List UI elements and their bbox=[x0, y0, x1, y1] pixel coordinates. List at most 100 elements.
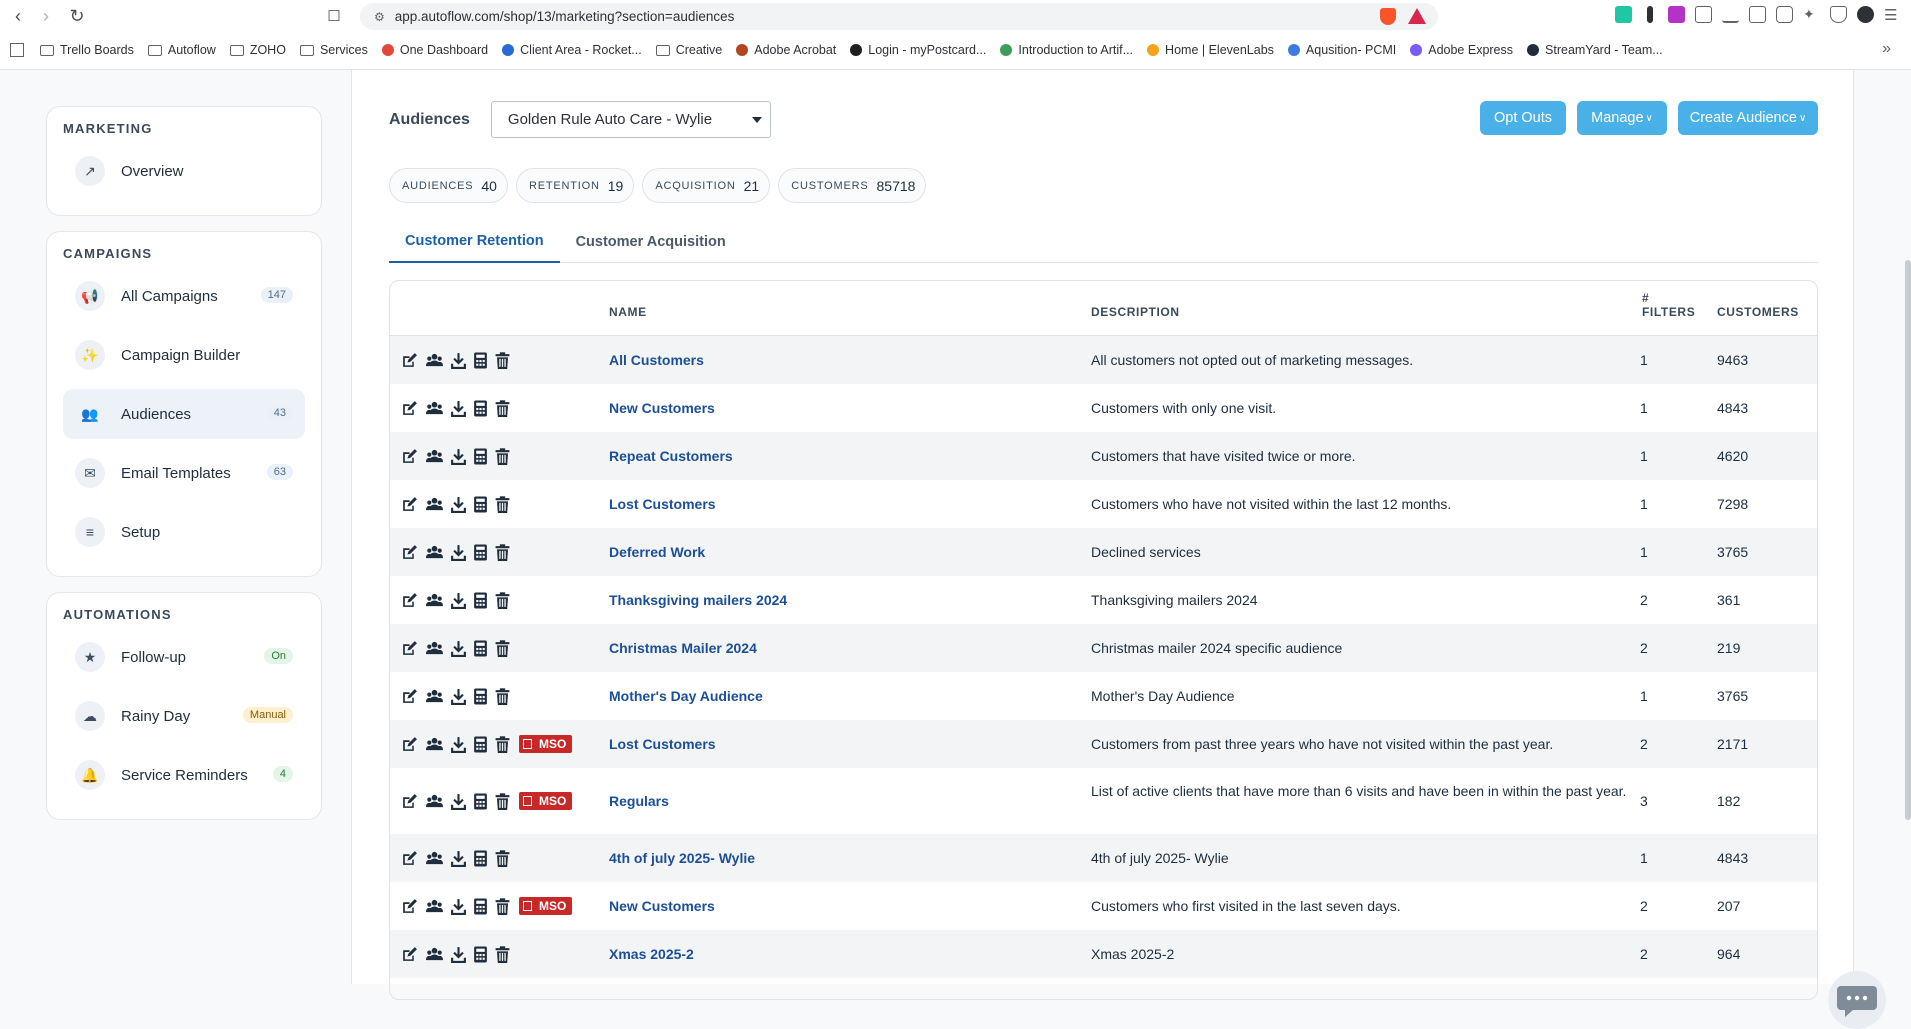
users-icon[interactable] bbox=[423, 639, 445, 657]
calculator-icon[interactable] bbox=[472, 687, 489, 705]
trash-icon[interactable] bbox=[494, 399, 511, 417]
calculator-icon[interactable] bbox=[472, 543, 489, 561]
trash-icon[interactable] bbox=[494, 543, 511, 561]
profile-icon[interactable] bbox=[1857, 6, 1874, 23]
sidebar-item-email-templates[interactable]: ✉ Email Templates 63 bbox=[63, 448, 305, 498]
users-icon[interactable] bbox=[423, 849, 445, 867]
download-icon[interactable] bbox=[450, 687, 467, 705]
trash-icon[interactable] bbox=[494, 447, 511, 465]
reload-icon[interactable]: ↻ bbox=[65, 4, 89, 28]
opt-outs-button[interactable]: Opt Outs bbox=[1480, 101, 1566, 135]
calculator-icon[interactable] bbox=[472, 639, 489, 657]
audience-name-link[interactable]: New Customers bbox=[609, 898, 715, 914]
download-icon[interactable] bbox=[450, 639, 467, 657]
calculator-icon[interactable] bbox=[472, 351, 489, 369]
calculator-icon[interactable] bbox=[472, 897, 489, 915]
manage-button[interactable]: Manage ∨ bbox=[1577, 101, 1667, 135]
shop-select[interactable]: Golden Rule Auto Care - Wylie bbox=[490, 101, 771, 138]
users-icon[interactable] bbox=[423, 687, 445, 705]
bookmark-item[interactable]: One Dashboard bbox=[381, 43, 488, 57]
puzzle-icon[interactable] bbox=[1695, 6, 1712, 23]
users-icon[interactable] bbox=[423, 447, 445, 465]
extension-icon[interactable] bbox=[1615, 6, 1632, 23]
trash-icon[interactable] bbox=[494, 687, 511, 705]
download-icon[interactable] bbox=[450, 591, 467, 609]
audience-name-link[interactable]: Thanksgiving mailers 2024 bbox=[609, 592, 787, 608]
audience-name-link[interactable]: Lost Customers bbox=[609, 736, 716, 752]
menu-icon[interactable]: ☰ bbox=[1884, 6, 1901, 24]
sidebar-item-overview[interactable]: ↗ Overview bbox=[63, 146, 305, 196]
calculator-icon[interactable] bbox=[472, 735, 489, 753]
download-icon[interactable] bbox=[450, 447, 467, 465]
download-icon[interactable] bbox=[450, 792, 467, 810]
sidebar-item-campaign-builder[interactable]: ✨ Campaign Builder bbox=[63, 330, 305, 380]
page-scrollbar[interactable] bbox=[1905, 260, 1911, 820]
bookmark-item[interactable]: Login - myPostcard... bbox=[850, 43, 986, 57]
edit-icon[interactable] bbox=[401, 399, 418, 417]
users-icon[interactable] bbox=[423, 495, 445, 513]
download-icon[interactable] bbox=[1722, 6, 1739, 23]
sidebar-item-rainy-day[interactable]: ☁ Rainy Day Manual bbox=[63, 691, 305, 741]
calculator-icon[interactable] bbox=[472, 849, 489, 867]
edit-icon[interactable] bbox=[401, 792, 418, 810]
download-icon[interactable] bbox=[450, 945, 467, 963]
brave-rewards-icon[interactable] bbox=[1408, 8, 1426, 24]
trash-icon[interactable] bbox=[494, 351, 511, 369]
sparkle-icon[interactable]: ✦ bbox=[1803, 6, 1820, 23]
back-icon[interactable]: ‹ bbox=[6, 4, 30, 28]
audience-name-link[interactable]: Christmas Mailer 2024 bbox=[609, 640, 757, 656]
tab-customer-acquisition[interactable]: Customer Acquisition bbox=[560, 220, 742, 263]
users-icon[interactable] bbox=[423, 735, 445, 753]
trash-icon[interactable] bbox=[494, 495, 511, 513]
trash-icon[interactable] bbox=[494, 849, 511, 867]
bookmark-item[interactable]: Home | ElevenLabs bbox=[1147, 43, 1274, 57]
bookmark-icon[interactable]: ☐ bbox=[322, 4, 346, 28]
audience-name-link[interactable]: Xmas 2025-2 bbox=[609, 946, 694, 962]
trash-icon[interactable] bbox=[494, 735, 511, 753]
audience-name-link[interactable]: Deferred Work bbox=[609, 544, 705, 560]
edit-icon[interactable] bbox=[401, 897, 418, 915]
edit-icon[interactable] bbox=[401, 495, 418, 513]
bookmark-item[interactable]: Services bbox=[299, 43, 368, 57]
users-icon[interactable] bbox=[423, 945, 445, 963]
edit-icon[interactable] bbox=[401, 639, 418, 657]
site-settings-icon[interactable]: ⚙ bbox=[374, 10, 385, 24]
audience-name-link[interactable]: Lost Customers bbox=[609, 496, 716, 512]
sidebar-item-service-reminders[interactable]: 🔔 Service Reminders 4 bbox=[63, 750, 305, 800]
wallet-icon[interactable] bbox=[1776, 6, 1793, 23]
calculator-icon[interactable] bbox=[472, 591, 489, 609]
bookmarks-overflow-icon[interactable]: » bbox=[1882, 40, 1891, 58]
bookmark-item[interactable]: Introduction to Artif... bbox=[1000, 43, 1133, 57]
download-icon[interactable] bbox=[450, 735, 467, 753]
edit-icon[interactable] bbox=[401, 849, 418, 867]
trash-icon[interactable] bbox=[494, 639, 511, 657]
tab-customer-retention[interactable]: Customer Retention bbox=[389, 220, 560, 263]
trash-icon[interactable] bbox=[494, 945, 511, 963]
audience-name-link[interactable]: 4th of july 2025- Wylie bbox=[609, 850, 755, 866]
sidebar-item-audiences[interactable]: 👥 Audiences 43 bbox=[63, 389, 305, 439]
sidebar-item-all-campaigns[interactable]: 📢 All Campaigns 147 bbox=[63, 271, 305, 321]
trash-icon[interactable] bbox=[494, 792, 511, 810]
download-icon[interactable] bbox=[450, 351, 467, 369]
address-bar[interactable]: ⚙ app.autoflow.com/shop/13/marketing?sec… bbox=[360, 3, 1438, 30]
audience-name-link[interactable]: Repeat Customers bbox=[609, 448, 733, 464]
calculator-icon[interactable] bbox=[472, 399, 489, 417]
trash-icon[interactable] bbox=[494, 591, 511, 609]
download-icon[interactable] bbox=[450, 543, 467, 561]
download-icon[interactable] bbox=[450, 897, 467, 915]
sidebar-icon[interactable] bbox=[1749, 6, 1766, 23]
edit-icon[interactable] bbox=[401, 543, 418, 561]
bookmark-item[interactable]: Trello Boards bbox=[40, 43, 134, 57]
trash-icon[interactable] bbox=[494, 897, 511, 915]
edit-icon[interactable] bbox=[401, 591, 418, 609]
calculator-icon[interactable] bbox=[472, 945, 489, 963]
brave-shield-icon[interactable] bbox=[1380, 8, 1396, 25]
users-icon[interactable] bbox=[423, 351, 445, 369]
apps-grid-icon[interactable] bbox=[10, 43, 24, 57]
forward-icon[interactable]: › bbox=[34, 4, 58, 28]
bookmark-item[interactable]: ZOHO bbox=[229, 43, 286, 57]
download-icon[interactable] bbox=[450, 495, 467, 513]
audience-name-link[interactable]: Regulars bbox=[609, 793, 669, 809]
bookmark-item[interactable]: Adobe Express bbox=[1410, 43, 1513, 57]
edit-icon[interactable] bbox=[401, 735, 418, 753]
